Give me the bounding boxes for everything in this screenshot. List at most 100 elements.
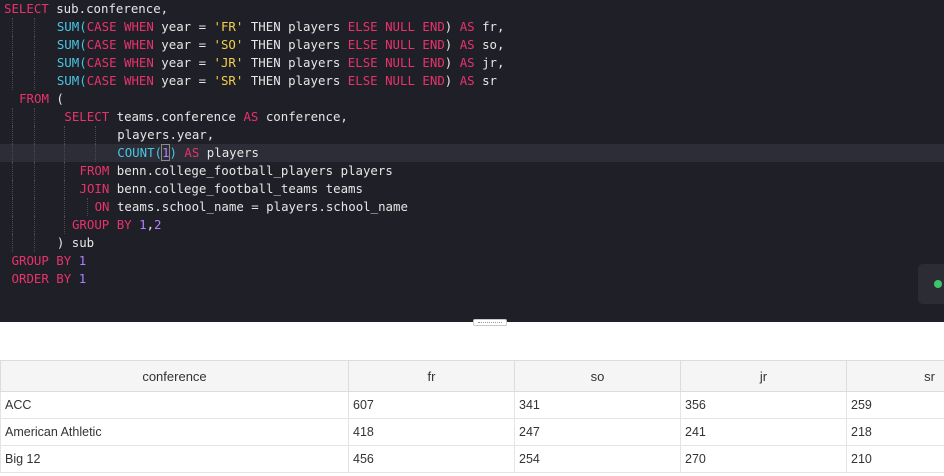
code-token: AS xyxy=(243,109,259,124)
code-token: conference, xyxy=(258,109,348,124)
code-line[interactable]: COUNT(1) AS players xyxy=(0,144,944,162)
indent-guide xyxy=(11,144,13,162)
code-token: players xyxy=(199,145,260,160)
results-table-container: conference fr so jr sr ACC 607 341 356 2… xyxy=(0,360,944,476)
table-cell: 341 xyxy=(514,391,681,419)
code-token: ( xyxy=(48,91,64,106)
code-token: THEN players xyxy=(243,37,348,52)
code-token: 1 xyxy=(139,217,147,232)
code-text: SELECT teams.conference AS conference, xyxy=(64,108,348,126)
code-line[interactable]: ON teams.school_name = players.school_na… xyxy=(0,198,944,216)
code-token: FROM xyxy=(79,163,110,178)
table-cell: 247 xyxy=(514,418,681,446)
drag-handle-icon[interactable] xyxy=(473,319,507,326)
code-text: FROM benn.college_football_players playe… xyxy=(80,162,393,180)
indent-guide xyxy=(34,72,36,90)
code-token: SUM( xyxy=(56,73,87,88)
indent-guide xyxy=(64,144,66,162)
code-line[interactable]: GROUP BY 1 xyxy=(0,252,944,270)
code-line[interactable]: SUM(CASE WHEN year = 'JR' THEN players E… xyxy=(0,54,944,72)
table-cell: 254 xyxy=(514,445,681,473)
code-token: , xyxy=(146,217,155,232)
code-line[interactable]: SUM(CASE WHEN year = 'FR' THEN players E… xyxy=(0,18,944,36)
code-line[interactable]: ) sub xyxy=(0,234,944,252)
code-text: ON teams.school_name = players.school_na… xyxy=(95,198,408,216)
code-token: ) xyxy=(444,73,460,88)
code-token: GROUP BY xyxy=(11,253,72,268)
column-header-jr[interactable]: jr xyxy=(680,360,847,392)
code-line[interactable]: FROM ( xyxy=(0,90,944,108)
table-cell: 607 xyxy=(348,391,515,419)
code-line[interactable]: JOIN benn.college_football_teams teams xyxy=(0,180,944,198)
code-token: CASE WHEN xyxy=(86,55,154,70)
code-line[interactable]: SUM(CASE WHEN year = 'SR' THEN players E… xyxy=(0,72,944,90)
code-token: sub.conference, xyxy=(48,1,169,16)
code-token: AS xyxy=(459,19,475,34)
code-token: fr, xyxy=(474,19,505,34)
table-row: American Athletic 418 247 241 218 xyxy=(0,418,944,446)
table-cell: 259 xyxy=(846,391,944,419)
indent-guide xyxy=(64,180,66,198)
indent-guide xyxy=(11,234,13,252)
indent-guide xyxy=(64,162,66,180)
code-token: ) xyxy=(444,37,460,52)
code-token: ELSE NULL END xyxy=(347,37,445,52)
indent-guide xyxy=(94,144,96,162)
indent-guide xyxy=(64,216,66,234)
code-text: players.year, xyxy=(117,126,214,144)
table-cell: ACC xyxy=(0,391,349,419)
code-token: AS xyxy=(184,145,200,160)
code-token: ELSE NULL END xyxy=(347,73,445,88)
code-token: JOIN xyxy=(79,181,110,196)
code-line[interactable]: ORDER BY 1 xyxy=(0,270,944,288)
code-token: AS xyxy=(459,73,475,88)
column-header-conference[interactable]: conference xyxy=(0,360,349,392)
code-line[interactable]: SELECT sub.conference, xyxy=(0,0,944,18)
code-token: teams.school_name = players.school_name xyxy=(109,199,408,214)
code-token: players.year, xyxy=(117,127,215,142)
code-line[interactable]: SELECT teams.conference AS conference, xyxy=(0,108,944,126)
code-text: SUM(CASE WHEN year = 'SR' THEN players E… xyxy=(57,72,497,90)
code-token: ) xyxy=(444,55,460,70)
pane-splitter[interactable] xyxy=(0,319,944,360)
code-text: SUM(CASE WHEN year = 'SO' THEN players E… xyxy=(57,36,505,54)
column-header-sr[interactable]: sr xyxy=(846,360,944,392)
code-line[interactable]: FROM benn.college_football_players playe… xyxy=(0,162,944,180)
code-token: benn.college_football_teams teams xyxy=(109,181,363,196)
code-token: so, xyxy=(474,37,505,52)
code-text: ) sub xyxy=(57,234,94,252)
indent-guide xyxy=(34,216,36,234)
code-text: ORDER BY 1 xyxy=(12,270,87,288)
code-token: 'SR' xyxy=(213,73,244,88)
indent-guide xyxy=(34,126,36,144)
sql-editor[interactable]: SELECT sub.conference, SUM(CASE WHEN year… xyxy=(0,0,944,322)
code-text: COUNT(1) AS players xyxy=(117,144,259,162)
side-panel-toggle[interactable] xyxy=(918,264,944,304)
code-token: AS xyxy=(459,37,475,52)
indent-guide xyxy=(11,54,13,72)
column-header-so[interactable]: so xyxy=(514,360,681,392)
table-cell: 218 xyxy=(846,418,944,446)
indent-guide xyxy=(87,198,89,216)
column-header-fr[interactable]: fr xyxy=(348,360,515,392)
code-text: FROM ( xyxy=(19,90,64,108)
code-token: year = xyxy=(153,19,214,34)
indent-guide xyxy=(34,36,36,54)
code-line[interactable]: players.year, xyxy=(0,126,944,144)
code-token: teams.conference xyxy=(109,109,244,124)
indent-guide xyxy=(11,108,13,126)
code-token: SUM( xyxy=(56,55,87,70)
indent-guide xyxy=(64,126,66,144)
code-token: 'JR' xyxy=(213,55,244,70)
indent-guide xyxy=(11,216,13,234)
code-line[interactable]: GROUP BY 1,2 xyxy=(0,216,944,234)
indent-guide xyxy=(11,180,13,198)
indent-guide xyxy=(11,198,13,216)
code-token: CASE WHEN xyxy=(86,37,154,52)
code-text: SELECT sub.conference, xyxy=(4,0,168,18)
table-row: ACC 607 341 356 259 xyxy=(0,391,944,419)
indent-guide xyxy=(34,54,36,72)
code-token: year = xyxy=(153,55,214,70)
code-line[interactable]: SUM(CASE WHEN year = 'SO' THEN players E… xyxy=(0,36,944,54)
